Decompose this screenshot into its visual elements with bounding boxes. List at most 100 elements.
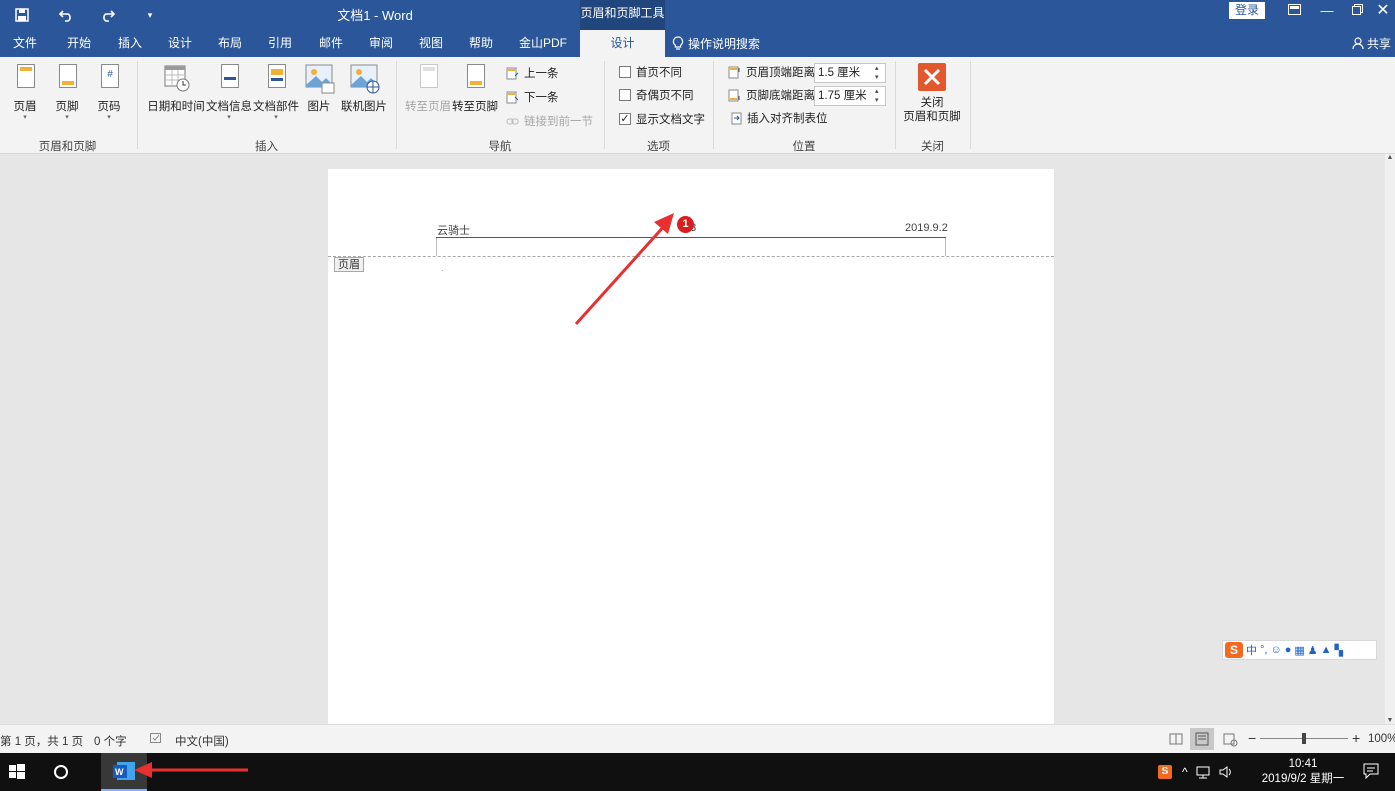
ime-mode-label[interactable]: 中	[1246, 642, 1257, 658]
language-indicator[interactable]: 中文(中国)	[175, 733, 229, 749]
zoom-slider[interactable]	[1260, 733, 1348, 744]
sogou-tray-icon[interactable]: S	[1158, 765, 1172, 779]
tab-help[interactable]: 帮助	[460, 30, 502, 57]
different-first-page-label: 首页不同	[636, 67, 682, 79]
group-label-position: 位置	[792, 141, 816, 153]
zoom-level[interactable]: 100%	[1368, 733, 1395, 745]
document-page[interactable]: 云骑士 13 2019.9.2 页眉 . 1	[328, 169, 1054, 729]
minimize-icon[interactable]: —	[1314, 2, 1340, 22]
ime-voice-icon[interactable]: ●	[1285, 644, 1292, 656]
tab-home[interactable]: 开始	[58, 30, 100, 57]
tab-kingsoft-pdf[interactable]: 金山PDF	[514, 30, 572, 57]
go-to-header-button[interactable]: 转至页眉	[404, 63, 452, 114]
restore-icon[interactable]	[1344, 2, 1370, 22]
page-number-button[interactable]: # 页码 ▾	[92, 63, 126, 122]
close-x-icon	[918, 63, 946, 91]
word-count[interactable]: 0 个字	[94, 733, 127, 749]
different-odd-even-checkbox[interactable]	[619, 89, 631, 101]
different-first-page-option[interactable]: 首页不同	[619, 63, 682, 81]
show-document-text-checkbox[interactable]: ✓	[619, 113, 631, 125]
cortana-search-icon[interactable]	[46, 753, 76, 791]
tab-header-footer-design[interactable]: 设计	[580, 30, 665, 57]
footer-button[interactable]: 页脚 ▾	[50, 63, 84, 122]
login-button[interactable]: 登录	[1229, 2, 1265, 19]
share-button[interactable]: 共享	[1352, 30, 1391, 57]
insert-alignment-tab-label: 插入对齐制表位	[747, 113, 828, 125]
redo-icon[interactable]	[96, 4, 120, 26]
zoom-out-icon[interactable]: −	[1248, 730, 1256, 746]
show-document-text-option[interactable]: ✓ 显示文档文字	[619, 110, 705, 128]
volume-icon[interactable]	[1218, 765, 1234, 779]
tab-design[interactable]: 设计	[159, 30, 201, 57]
next-section-button[interactable]: 下一条	[506, 88, 559, 106]
tab-view[interactable]: 视图	[410, 30, 452, 57]
status-bar: 第 1 页，共 1 页 0 个字 中文(中国) − + 100%	[0, 724, 1395, 753]
zoom-slider-thumb[interactable]	[1302, 733, 1306, 744]
show-hidden-icons-icon[interactable]: ^	[1182, 765, 1188, 779]
close-header-footer-button[interactable]: 关闭 页眉和页脚	[901, 63, 963, 124]
close-icon[interactable]: ✕	[1370, 2, 1395, 22]
different-odd-even-option[interactable]: 奇偶页不同	[619, 86, 694, 104]
tab-mailings[interactable]: 邮件	[310, 30, 352, 57]
tab-layout[interactable]: 布局	[209, 30, 251, 57]
date-time-button[interactable]: 日期和时间	[146, 63, 206, 114]
scroll-down-icon[interactable]: ▼	[1385, 717, 1395, 724]
document-workspace[interactable]: 云骑士 13 2019.9.2 页眉 . 1	[0, 154, 1385, 729]
ime-skin-icon[interactable]: ▲	[1321, 644, 1332, 656]
quick-parts-button[interactable]: 文档部件 ▾	[252, 63, 300, 122]
previous-label: 上一条	[524, 68, 559, 80]
spinner-arrows-icon[interactable]: ▴ ▾	[875, 64, 883, 82]
title-bar: ▾ 文档1 - Word 页眉和页脚工具 登录 — ✕	[0, 0, 1395, 30]
tab-review[interactable]: 审阅	[360, 30, 402, 57]
proofing-icon[interactable]	[150, 733, 162, 747]
header-top-distance-spinner[interactable]: 1.5 厘米 ▴ ▾	[814, 63, 886, 83]
ime-toolbar[interactable]: S 中 °, ☺ ● ▦ ♟ ▲ ▚	[1222, 640, 1377, 660]
tab-insert[interactable]: 插入	[108, 30, 152, 57]
tab-file[interactable]: 文件	[4, 30, 46, 57]
insert-alignment-tab-button[interactable]: 插入对齐制表位	[731, 109, 828, 127]
taskbar-clock[interactable]: 10:41 2019/9/2 星期一	[1256, 757, 1350, 787]
save-icon[interactable]	[10, 4, 34, 26]
undo-icon[interactable]	[54, 4, 78, 26]
previous-section-button[interactable]: 上一条	[506, 64, 559, 82]
web-layout-icon[interactable]	[1218, 728, 1242, 750]
header-left-text[interactable]: 云骑士	[437, 222, 470, 238]
picture-button[interactable]: 图片	[301, 63, 337, 114]
sogou-logo[interactable]: S	[1225, 642, 1243, 658]
next-label: 下一条	[524, 92, 559, 104]
print-layout-icon[interactable]	[1190, 728, 1214, 750]
windows-start-icon[interactable]	[0, 753, 34, 791]
different-first-page-checkbox[interactable]	[619, 66, 631, 78]
zoom-in-icon[interactable]: +	[1352, 730, 1360, 746]
page-count[interactable]: 第 1 页，共 1 页	[0, 733, 83, 749]
ime-emoji-icon[interactable]: ☺	[1270, 644, 1281, 656]
link-to-previous-button[interactable]: 链接到前一节	[506, 112, 593, 130]
ime-keyboard-icon[interactable]: ▦	[1294, 644, 1304, 657]
footer-bottom-distance-value: 1.75 厘米	[818, 90, 867, 102]
vertical-scrollbar[interactable]: ▲ ▼	[1385, 154, 1395, 724]
tab-references[interactable]: 引用	[259, 30, 301, 57]
dropdown-caret-icon: ▾	[274, 114, 278, 121]
ribbon-display-options-icon[interactable]	[1281, 2, 1307, 22]
ime-menu-icon[interactable]: ▚	[1335, 644, 1343, 657]
dropdown-caret-icon: ▾	[107, 114, 111, 121]
notification-center-icon[interactable]	[1360, 761, 1382, 781]
header-button[interactable]: 页眉 ▾	[8, 63, 42, 122]
read-mode-icon[interactable]	[1164, 728, 1188, 750]
header-top-distance-label: 页眉顶端距离:	[746, 67, 819, 79]
picture-label: 图片	[307, 101, 331, 113]
scroll-up-icon[interactable]: ▲	[1385, 154, 1395, 161]
ime-user-icon[interactable]: ♟	[1308, 644, 1318, 657]
go-to-footer-button[interactable]: 转至页脚	[451, 63, 499, 114]
online-pictures-button[interactable]: 联机图片	[340, 63, 388, 114]
customize-quick-access-icon[interactable]: ▾	[138, 4, 162, 26]
document-info-button[interactable]: 文档信息 ▾	[205, 63, 253, 122]
ime-punctuation-icon[interactable]: °,	[1260, 644, 1267, 656]
header-right-text[interactable]: 2019.9.2	[905, 222, 948, 234]
tell-me-search[interactable]: 操作说明搜索	[672, 30, 760, 57]
network-icon[interactable]	[1196, 765, 1214, 779]
person-icon	[1352, 37, 1364, 50]
document-info-icon	[214, 63, 244, 95]
footer-bottom-distance-spinner[interactable]: 1.75 厘米 ▴ ▾	[814, 86, 886, 106]
spinner-arrows-icon[interactable]: ▴ ▾	[875, 87, 883, 105]
